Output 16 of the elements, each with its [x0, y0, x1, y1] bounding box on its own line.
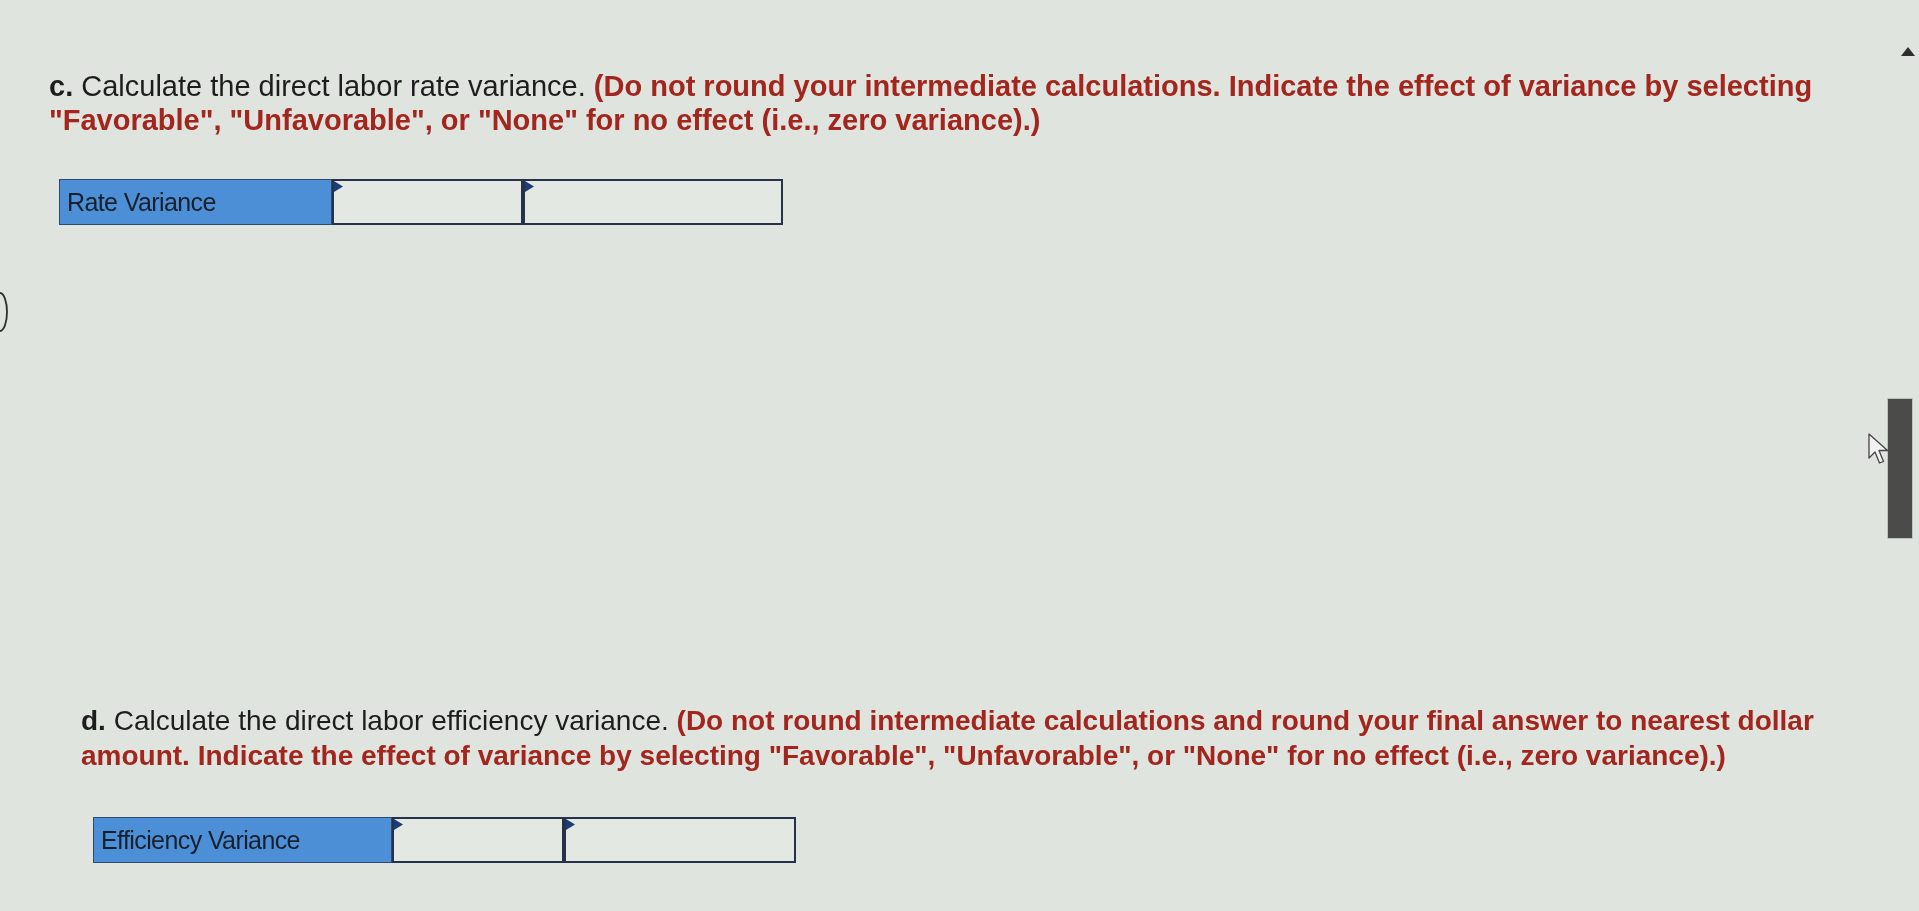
ring-icon — [0, 292, 8, 332]
input-field[interactable] — [523, 179, 783, 225]
question-text: c. Calculate the direct labor rate variance. (Do not round your intermediate calculations. Indicate the effect of variance by selecting "Favorable", "Unfavorable", or "None" for no effect (i.e., zero variance).) — [49, 69, 1814, 137]
input-field[interactable] — [564, 817, 796, 863]
scrollbar-thumb[interactable] — [1887, 398, 1913, 539]
input-field[interactable] — [392, 817, 564, 863]
corner-marker-icon — [525, 181, 534, 192]
corner-marker-icon — [394, 819, 403, 830]
corner-marker-icon — [334, 181, 343, 192]
input-field[interactable] — [332, 179, 523, 225]
corner-marker-icon — [566, 819, 575, 830]
row-label: Rate Variance — [59, 179, 332, 225]
mouse-pointer-icon — [1868, 433, 1890, 465]
row-label: Efficiency Variance — [93, 817, 392, 863]
question-text: d. Calculate the direct labor efficiency variance. (Do not round intermediate calculations and round your final answer to nearest dollar amount. Indicate the effect of variance by selecting "Favorable", "Unfavorable", or "None" for no effect (i.e., zero variance).) — [81, 704, 1815, 773]
scroll-up-arrow-icon[interactable] — [1901, 47, 1915, 56]
